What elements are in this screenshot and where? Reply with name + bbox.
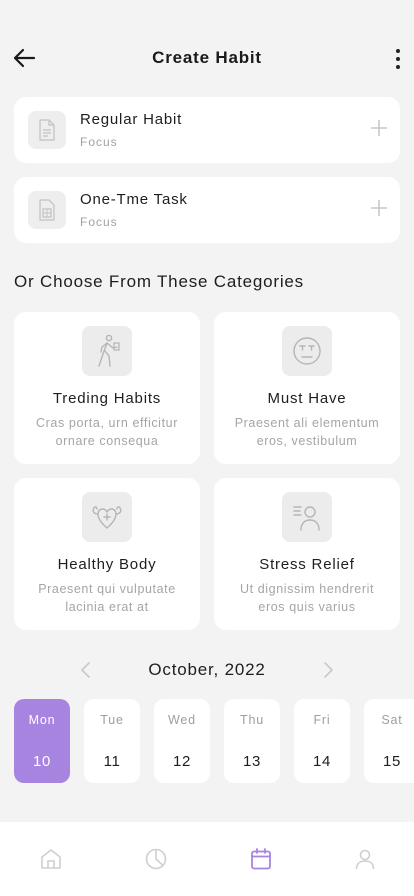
nav-stats[interactable] xyxy=(143,846,169,872)
add-icon[interactable] xyxy=(370,199,388,217)
habit-name: Regular Habit xyxy=(80,111,183,128)
day-item-wed[interactable]: Wed 12 xyxy=(154,699,210,783)
walking-person-icon xyxy=(82,326,132,376)
day-name: Sat xyxy=(381,713,403,727)
dot xyxy=(396,49,400,53)
day-date: 15 xyxy=(383,753,401,770)
home-icon xyxy=(41,849,61,869)
more-options-button[interactable] xyxy=(390,46,406,72)
strong-heart-icon xyxy=(82,492,132,542)
day-date: 13 xyxy=(243,753,261,770)
profile-icon xyxy=(355,849,375,870)
habit-name: One-Tme Task xyxy=(80,191,188,208)
chevron-right-icon[interactable] xyxy=(318,660,338,680)
category-card-healthy-body[interactable]: Healthy Body Praesent qui vulputate laci… xyxy=(14,478,200,630)
day-name: Thu xyxy=(240,713,264,727)
month-label: October, 2022 xyxy=(148,660,266,679)
category-name: Healthy Body xyxy=(57,556,157,573)
category-card-trending-habits[interactable]: Treding Habits Cras porta, urn efficitur… xyxy=(14,312,200,464)
day-date: 14 xyxy=(313,753,331,770)
category-description: Praesent ali elementum eros, vestibulum xyxy=(234,416,380,448)
category-card-stress-relief[interactable]: Stress Relief Ut dignissim hendrerit ero… xyxy=(214,478,400,630)
category-description: Ut dignissim hendrerit eros quis varius xyxy=(239,582,375,614)
day-item-thu[interactable]: Thu 13 xyxy=(224,699,280,783)
day-item-tue[interactable]: Tue 11 xyxy=(84,699,140,783)
category-name: Treding Habits xyxy=(52,390,162,407)
category-description: Praesent qui vulputate lacinia erat at xyxy=(38,582,176,614)
day-date: 11 xyxy=(103,753,121,770)
one-time-task-card[interactable]: One-Tme Task Focus xyxy=(14,177,400,243)
month-selector: October, 2022 xyxy=(0,656,414,684)
section-title: Or Choose From These Categories xyxy=(14,272,304,291)
calculator-icon xyxy=(28,191,66,229)
habit-subtitle: Focus xyxy=(80,135,118,149)
calendar-icon xyxy=(251,848,271,870)
day-name: Wed xyxy=(168,713,196,727)
dot xyxy=(396,57,400,61)
day-name: Mon xyxy=(28,713,56,727)
habit-subtitle: Focus xyxy=(80,215,118,229)
day-name: Tue xyxy=(100,713,124,727)
nav-home[interactable] xyxy=(38,846,64,872)
day-item-sat[interactable]: Sat 15 xyxy=(364,699,414,783)
category-card-must-have[interactable]: Must Have Praesent ali elementum eros, v… xyxy=(214,312,400,464)
category-name: Stress Relief xyxy=(259,556,355,573)
nav-calendar[interactable] xyxy=(248,846,274,872)
category-name: Must Have xyxy=(267,390,347,407)
day-date: 10 xyxy=(33,753,51,770)
page-title: Create Habit xyxy=(152,48,262,67)
nav-profile[interactable] xyxy=(352,846,378,872)
category-description: Cras porta, urn efficitur ornare consequ… xyxy=(36,416,178,448)
person-list-icon xyxy=(282,492,332,542)
chart-icon xyxy=(145,848,167,870)
face-icon xyxy=(282,326,332,376)
document-icon xyxy=(28,111,66,149)
dot xyxy=(396,65,400,69)
day-item-fri[interactable]: Fri 14 xyxy=(294,699,350,783)
day-date: 12 xyxy=(173,753,191,770)
regular-habit-card[interactable]: Regular Habit Focus xyxy=(14,97,400,163)
day-name: Fri xyxy=(313,713,331,727)
bottom-navigation xyxy=(0,822,414,896)
day-item-mon[interactable]: Mon 10 xyxy=(14,699,70,783)
header: Create Habit xyxy=(0,38,414,78)
add-icon[interactable] xyxy=(370,119,388,137)
